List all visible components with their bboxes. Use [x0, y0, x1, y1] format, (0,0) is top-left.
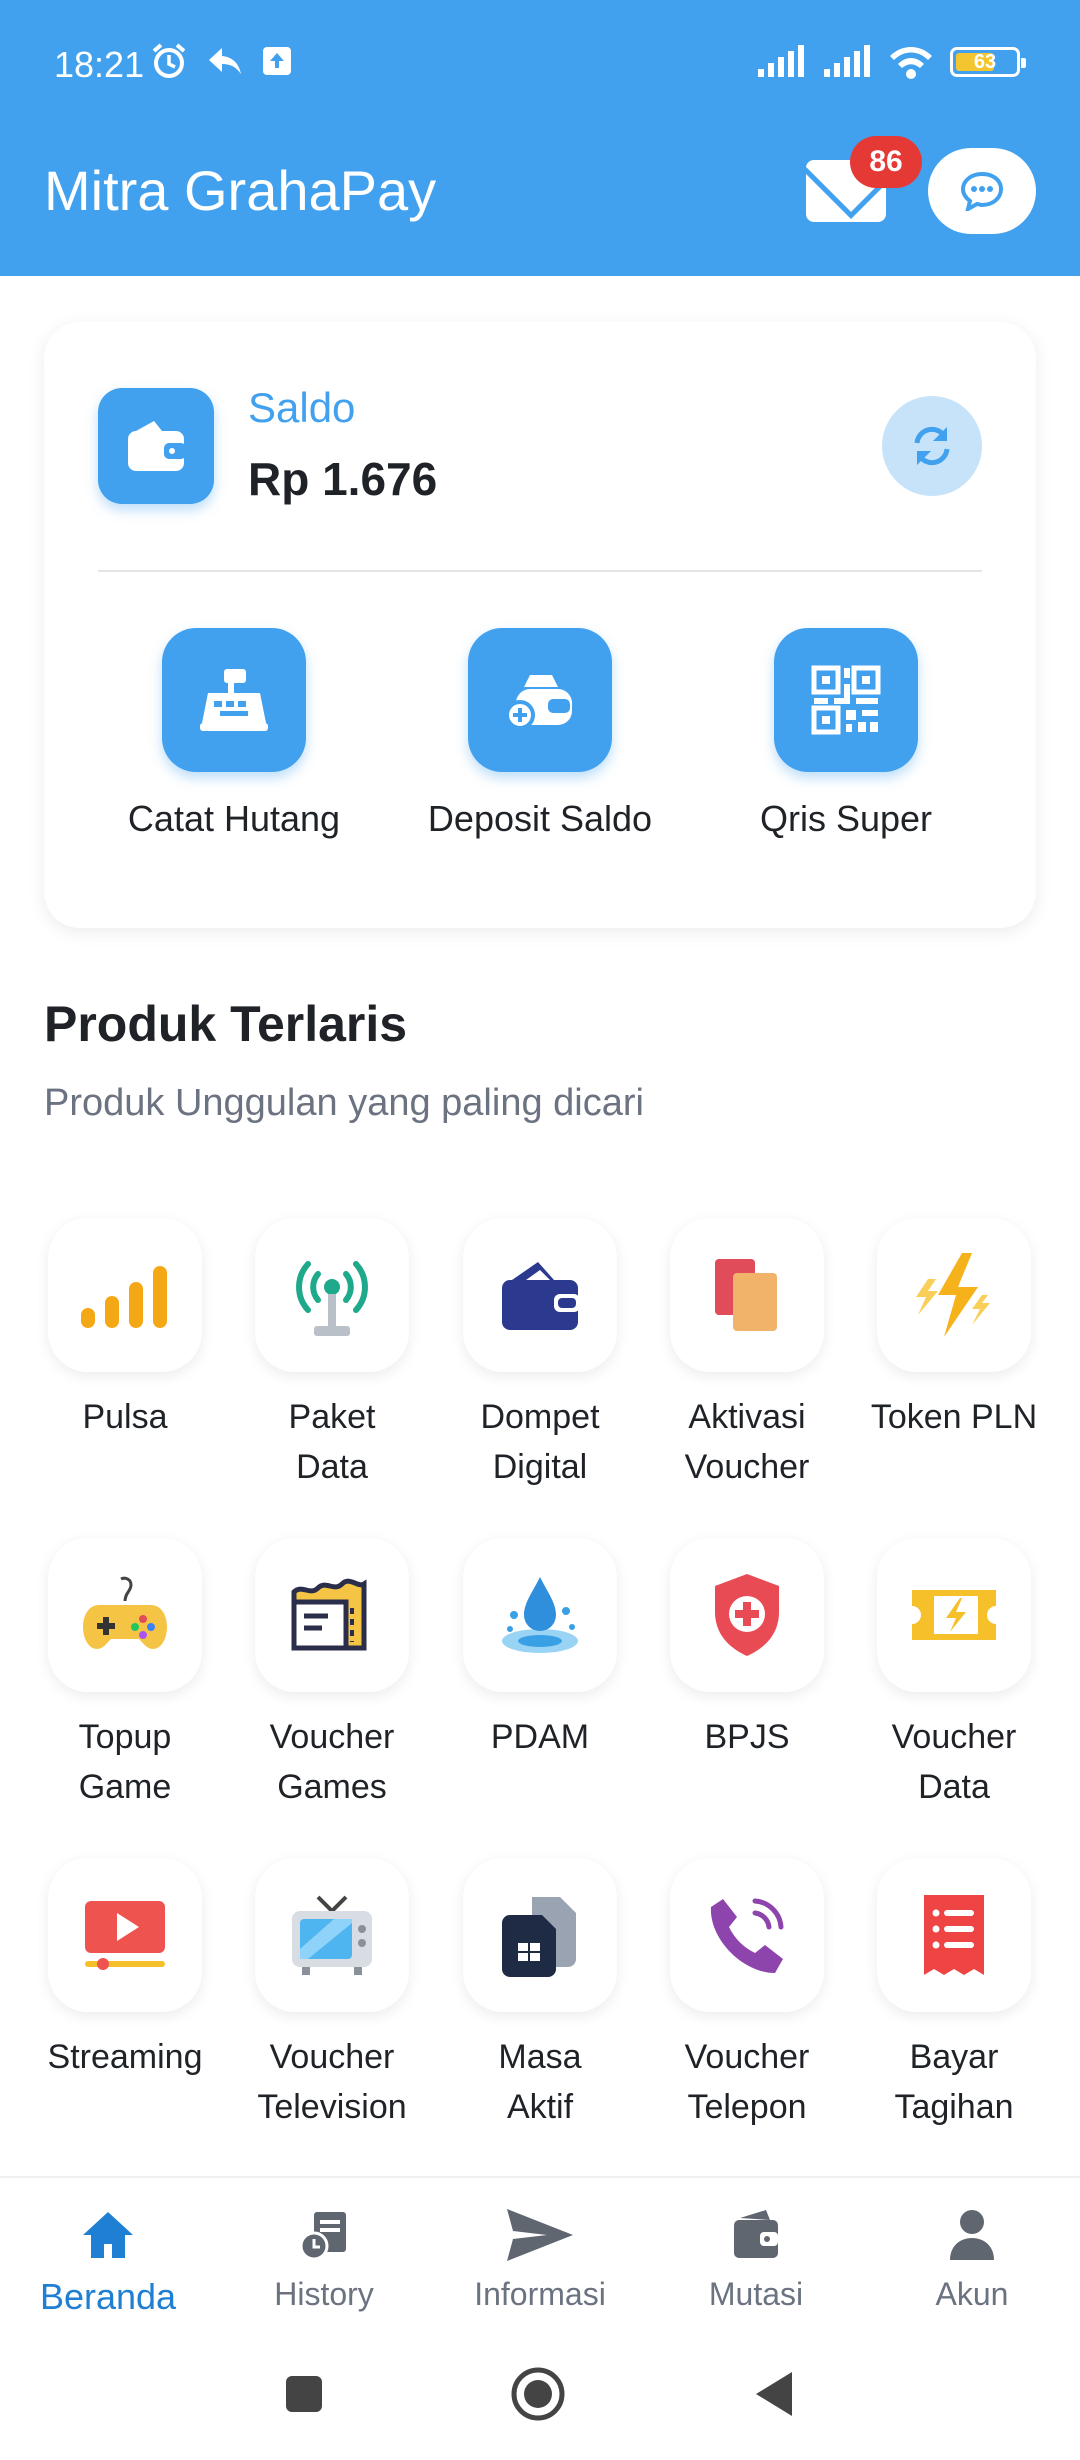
action-label: Catat Hutang [127, 798, 341, 839]
bill-receipt-icon [924, 1895, 984, 1975]
product-label: Pulsa [82, 1398, 168, 1436]
section-subtitle: Produk Unggulan yang paling dicari [44, 1082, 644, 1124]
deposit-money-icon [505, 675, 572, 730]
wifi-icon [890, 47, 932, 79]
product-label: Voucher Television [257, 2038, 407, 2126]
gamepad-icon [83, 1576, 167, 1649]
product-dompet-digital[interactable]: Dompet Digital [440, 1218, 640, 1492]
app-header: 18:21 63 Mitra GrahaPay 86 [0, 0, 1080, 276]
wallet-icon [98, 388, 214, 504]
product-paket-data[interactable]: Paket Data [232, 1218, 432, 1492]
signal-bars-icon [81, 1266, 167, 1328]
product-label: Topup Game [78, 1718, 172, 1806]
product-voucher-data[interactable]: Voucher Data [854, 1538, 1054, 1812]
product-masa-aktif[interactable]: Masa Aktif [440, 1858, 640, 2132]
phone-icon [710, 1898, 784, 1973]
history-icon [299, 2212, 346, 2261]
nav-label: Beranda [39, 2276, 177, 2317]
nav-beranda[interactable]: Beranda [0, 2200, 216, 2318]
product-bayar-tagihan[interactable]: Bayar Tagihan [854, 1858, 1054, 2132]
recents-button[interactable] [284, 2374, 324, 2414]
water-drop-icon [502, 1577, 578, 1653]
refresh-icon [914, 426, 950, 466]
card-divider [98, 570, 982, 572]
product-label: Streaming [47, 2038, 203, 2076]
product-label: Paket Data [288, 1398, 376, 1486]
tv-icon [292, 1895, 372, 1975]
cash-register-icon [200, 669, 268, 731]
mutation-wallet-icon [734, 2210, 778, 2258]
balance-value: Rp 1.676 [248, 453, 438, 505]
send-icon [507, 2209, 573, 2261]
back-button[interactable] [752, 2370, 796, 2418]
lightning-icon [916, 1253, 990, 1337]
signal-icon [758, 45, 804, 77]
nav-label: History [274, 2276, 374, 2312]
home-icon [83, 2212, 133, 2258]
product-label: PDAM [490, 1718, 590, 1756]
product-label: Bayar Tagihan [894, 2038, 1014, 2126]
nav-label: Informasi [474, 2276, 606, 2312]
app-title: Mitra GrahaPay [44, 159, 437, 222]
system-navigation [0, 2356, 1080, 2460]
action-qris-super[interactable]: Qris Super [696, 628, 996, 840]
product-label: Aktivasi Voucher [684, 1398, 810, 1486]
product-pdam[interactable]: PDAM [440, 1538, 640, 1762]
alarm-icon [152, 43, 186, 78]
home-button[interactable] [510, 2366, 566, 2422]
product-voucher-games[interactable]: Voucher Games [232, 1538, 432, 1812]
product-label: Voucher Data [891, 1718, 1017, 1806]
wallet-icon [502, 1262, 580, 1330]
product-label: Voucher Games [269, 1718, 395, 1806]
product-label: Masa Aktif [498, 2038, 582, 2126]
product-token-pln[interactable]: Token PLN [854, 1218, 1054, 1442]
product-bpjs[interactable]: BPJS [647, 1538, 847, 1762]
product-streaming[interactable]: Streaming [25, 1858, 225, 2082]
nav-mutasi[interactable]: Mutasi [648, 2200, 864, 2313]
product-voucher-telepon[interactable]: Voucher Telepon [647, 1858, 847, 2132]
chat-icon [960, 171, 1004, 211]
health-shield-icon [715, 1574, 779, 1656]
chat-button[interactable] [928, 148, 1036, 234]
battery-icon: 63 [950, 47, 1026, 77]
product-topup-game[interactable]: Topup Game [25, 1538, 225, 1812]
signal-icon [824, 45, 870, 77]
balance-card: Saldo Rp 1.676 Catat Hutang Deposit Sald… [44, 322, 1036, 928]
voucher-cards-icon [715, 1259, 777, 1331]
user-icon [950, 2210, 994, 2260]
product-voucher-television[interactable]: Voucher Television [232, 1858, 432, 2132]
action-catat-hutang[interactable]: Catat Hutang [84, 628, 384, 840]
data-ticket-icon [912, 1590, 996, 1640]
reply-icon [209, 48, 241, 74]
product-label: BPJS [704, 1718, 790, 1756]
action-label: Deposit Saldo [427, 798, 653, 839]
product-label: Dompet Digital [480, 1398, 600, 1486]
game-voucher-icon [291, 1578, 367, 1651]
sim-card-icon [502, 1897, 576, 1977]
product-aktivasi-voucher[interactable]: Aktivasi Voucher [647, 1218, 847, 1492]
nav-label: Akun [935, 2276, 1009, 2312]
nav-akun[interactable]: Akun [864, 2200, 1080, 2313]
status-time: 18:21 [54, 44, 145, 85]
nav-history[interactable]: History [216, 2200, 432, 2313]
balance-label: Saldo [248, 384, 356, 431]
product-label: Voucher Telepon [684, 2038, 810, 2126]
product-label: Token PLN [870, 1398, 1038, 1436]
action-label: Qris Super [759, 798, 933, 839]
status-bar: 18:21 63 [0, 0, 1080, 130]
refresh-button[interactable] [882, 396, 982, 496]
section-title: Produk Terlaris [44, 996, 408, 1052]
action-deposit-saldo[interactable]: Deposit Saldo [390, 628, 690, 840]
upload-icon [263, 47, 291, 75]
bottom-navigation: Beranda History Informasi Mutasi Akun [0, 2176, 1080, 2356]
product-pulsa[interactable]: Pulsa [25, 1218, 225, 1442]
notification-badge: 86 [850, 136, 922, 188]
play-video-icon [85, 1901, 165, 1970]
qr-code-icon [811, 665, 881, 735]
nav-informasi[interactable]: Informasi [432, 2200, 648, 2313]
antenna-icon [296, 1261, 368, 1336]
nav-label: Mutasi [708, 2276, 804, 2312]
